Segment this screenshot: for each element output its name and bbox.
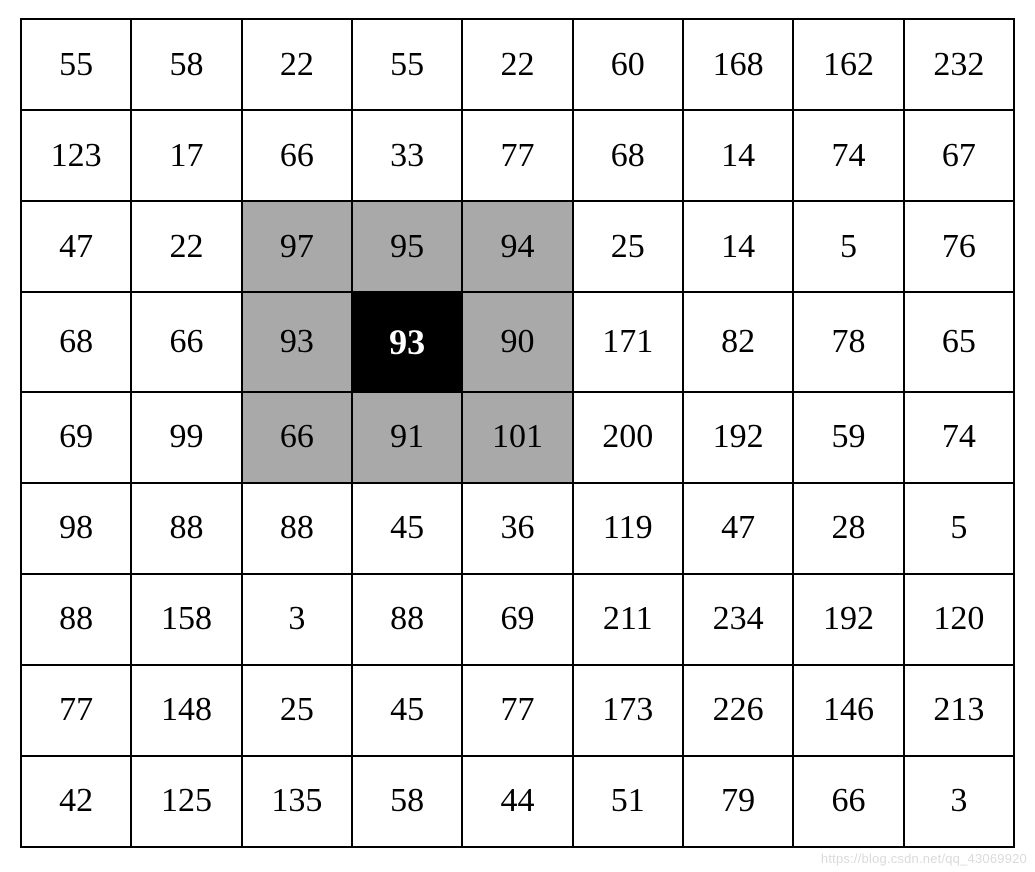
cell: 74 <box>904 392 1014 483</box>
cell: 65 <box>904 292 1014 392</box>
kernel-cell: 90 <box>462 292 572 392</box>
cell: 28 <box>793 483 903 574</box>
cell: 45 <box>352 483 462 574</box>
cell: 78 <box>793 292 903 392</box>
cell: 120 <box>904 574 1014 665</box>
grid-body: 55 58 22 55 22 60 168 162 232 123 17 66 … <box>21 19 1014 847</box>
cell: 3 <box>242 574 352 665</box>
cell: 66 <box>131 292 241 392</box>
cell: 171 <box>573 292 683 392</box>
cell: 162 <box>793 19 903 110</box>
cell: 68 <box>573 110 683 201</box>
cell: 22 <box>462 19 572 110</box>
cell: 45 <box>352 665 462 756</box>
cell: 5 <box>904 483 1014 574</box>
table-row: 55 58 22 55 22 60 168 162 232 <box>21 19 1014 110</box>
cell: 74 <box>793 110 903 201</box>
cell: 88 <box>131 483 241 574</box>
cell: 158 <box>131 574 241 665</box>
table-row: 77 148 25 45 77 173 226 146 213 <box>21 665 1014 756</box>
cell: 47 <box>21 201 131 292</box>
table-row: 68 66 93 93 90 171 82 78 65 <box>21 292 1014 392</box>
table-row: 98 88 88 45 36 119 47 28 5 <box>21 483 1014 574</box>
cell: 14 <box>683 201 793 292</box>
kernel-cell: 91 <box>352 392 462 483</box>
cell: 98 <box>21 483 131 574</box>
cell: 55 <box>21 19 131 110</box>
kernel-cell: 97 <box>242 201 352 292</box>
cell: 173 <box>573 665 683 756</box>
cell: 5 <box>793 201 903 292</box>
cell: 88 <box>21 574 131 665</box>
cell: 17 <box>131 110 241 201</box>
table-row: 47 22 97 95 94 25 14 5 76 <box>21 201 1014 292</box>
cell: 58 <box>352 756 462 847</box>
cell: 66 <box>242 110 352 201</box>
table-row: 123 17 66 33 77 68 14 74 67 <box>21 110 1014 201</box>
cell: 25 <box>242 665 352 756</box>
cell: 192 <box>683 392 793 483</box>
cell: 25 <box>573 201 683 292</box>
cell: 168 <box>683 19 793 110</box>
cell: 69 <box>462 574 572 665</box>
kernel-center-cell: 93 <box>352 292 462 392</box>
cell: 68 <box>21 292 131 392</box>
cell: 135 <box>242 756 352 847</box>
cell: 99 <box>131 392 241 483</box>
watermark-text: https://blog.csdn.net/qq_43069920 <box>821 851 1027 866</box>
cell: 192 <box>793 574 903 665</box>
cell: 58 <box>131 19 241 110</box>
kernel-cell: 95 <box>352 201 462 292</box>
cell: 59 <box>793 392 903 483</box>
cell: 60 <box>573 19 683 110</box>
cell: 77 <box>21 665 131 756</box>
cell: 44 <box>462 756 572 847</box>
kernel-cell: 94 <box>462 201 572 292</box>
cell: 82 <box>683 292 793 392</box>
cell: 51 <box>573 756 683 847</box>
cell: 33 <box>352 110 462 201</box>
cell: 3 <box>904 756 1014 847</box>
cell: 77 <box>462 665 572 756</box>
table-row: 42 125 135 58 44 51 79 66 3 <box>21 756 1014 847</box>
cell: 36 <box>462 483 572 574</box>
cell: 79 <box>683 756 793 847</box>
cell: 123 <box>21 110 131 201</box>
cell: 88 <box>352 574 462 665</box>
cell: 77 <box>462 110 572 201</box>
cell: 148 <box>131 665 241 756</box>
table-row: 88 158 3 88 69 211 234 192 120 <box>21 574 1014 665</box>
cell: 76 <box>904 201 1014 292</box>
cell: 42 <box>21 756 131 847</box>
cell: 125 <box>131 756 241 847</box>
cell: 200 <box>573 392 683 483</box>
pixel-grid: 55 58 22 55 22 60 168 162 232 123 17 66 … <box>20 18 1015 848</box>
cell: 211 <box>573 574 683 665</box>
kernel-cell: 93 <box>242 292 352 392</box>
table-row: 69 99 66 91 101 200 192 59 74 <box>21 392 1014 483</box>
kernel-cell: 66 <box>242 392 352 483</box>
cell: 66 <box>793 756 903 847</box>
cell: 55 <box>352 19 462 110</box>
kernel-cell: 101 <box>462 392 572 483</box>
cell: 119 <box>573 483 683 574</box>
cell: 22 <box>242 19 352 110</box>
cell: 226 <box>683 665 793 756</box>
cell: 232 <box>904 19 1014 110</box>
cell: 67 <box>904 110 1014 201</box>
cell: 88 <box>242 483 352 574</box>
cell: 234 <box>683 574 793 665</box>
cell: 213 <box>904 665 1014 756</box>
cell: 14 <box>683 110 793 201</box>
cell: 146 <box>793 665 903 756</box>
cell: 69 <box>21 392 131 483</box>
cell: 22 <box>131 201 241 292</box>
cell: 47 <box>683 483 793 574</box>
grid-figure: 55 58 22 55 22 60 168 162 232 123 17 66 … <box>0 0 1035 872</box>
